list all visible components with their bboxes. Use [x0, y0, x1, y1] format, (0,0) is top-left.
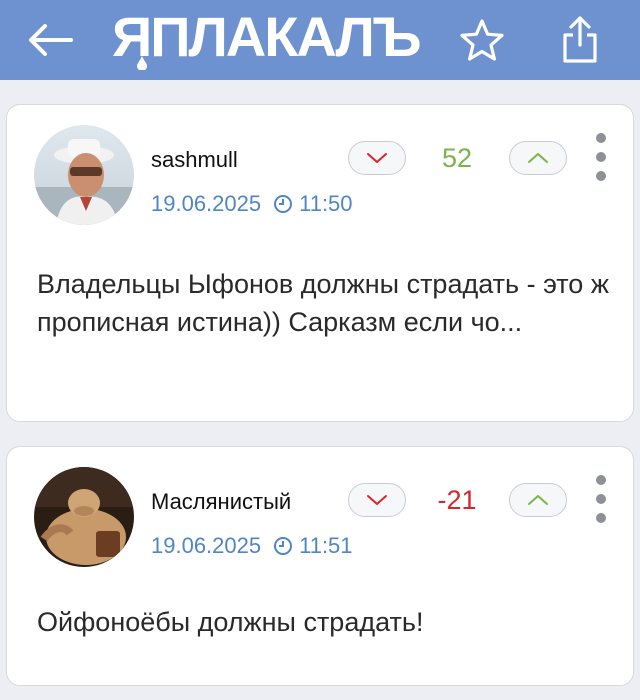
logo-drop-icon [137, 56, 147, 70]
top-bar: ЯПЛАКАЛЪ [0, 0, 640, 80]
avatar[interactable] [34, 467, 134, 567]
more-dot-icon [596, 171, 606, 181]
more-dot-icon [596, 152, 606, 162]
vote-up-button[interactable] [509, 483, 567, 517]
chevron-down-icon [367, 495, 387, 505]
more-options-button[interactable] [589, 133, 613, 181]
clock-icon [274, 537, 293, 555]
more-dot-icon [596, 133, 606, 143]
more-dot-icon [596, 513, 606, 523]
comment-author[interactable]: Маслянистый [151, 489, 291, 515]
comment-time[interactable]: 11:51 [299, 533, 352, 559]
vote-up-button[interactable] [509, 141, 567, 175]
more-dot-icon [596, 494, 606, 504]
comment-meta: 19.06.2025 11:50 [151, 191, 353, 217]
favorite-button[interactable] [454, 12, 510, 68]
avatar-image-icon [34, 125, 134, 225]
star-icon [460, 19, 504, 61]
avatar[interactable] [34, 125, 134, 225]
comment-author[interactable]: sashmull [151, 147, 238, 173]
comment-date[interactable]: 19.06.2025 [151, 533, 261, 559]
chevron-up-icon [528, 153, 548, 163]
comment-card: Маслянистый 19.06.2025 11:51 -21 Ойфоноё… [6, 446, 634, 686]
vote-down-button[interactable] [348, 141, 406, 175]
comment-time[interactable]: 11:50 [299, 191, 352, 217]
back-button[interactable] [22, 12, 78, 68]
site-logo[interactable]: ЯПЛАКАЛЪ [112, 6, 422, 68]
back-arrow-icon [29, 24, 73, 56]
comment-date[interactable]: 19.06.2025 [151, 191, 261, 217]
more-options-button[interactable] [589, 475, 613, 523]
comment-text: Владельцы Ыфонов должны страдать - это ж… [37, 269, 609, 337]
share-icon [563, 16, 597, 63]
vote-down-button[interactable] [348, 483, 406, 517]
more-dot-icon [596, 475, 606, 485]
comment-text: Ойфоноёбы должны страдать! [37, 607, 424, 637]
avatar-image-icon [34, 467, 134, 567]
share-button[interactable] [552, 12, 608, 68]
comment-score: 52 [441, 143, 473, 173]
comment-score: -21 [437, 485, 477, 515]
chevron-down-icon [367, 153, 387, 163]
clock-icon [274, 195, 293, 213]
chevron-up-icon [528, 495, 548, 505]
comment-card: sashmull 19.06.2025 11:50 52 Владельцы Ы… [6, 104, 634, 422]
comment-meta: 19.06.2025 11:51 [151, 533, 353, 559]
